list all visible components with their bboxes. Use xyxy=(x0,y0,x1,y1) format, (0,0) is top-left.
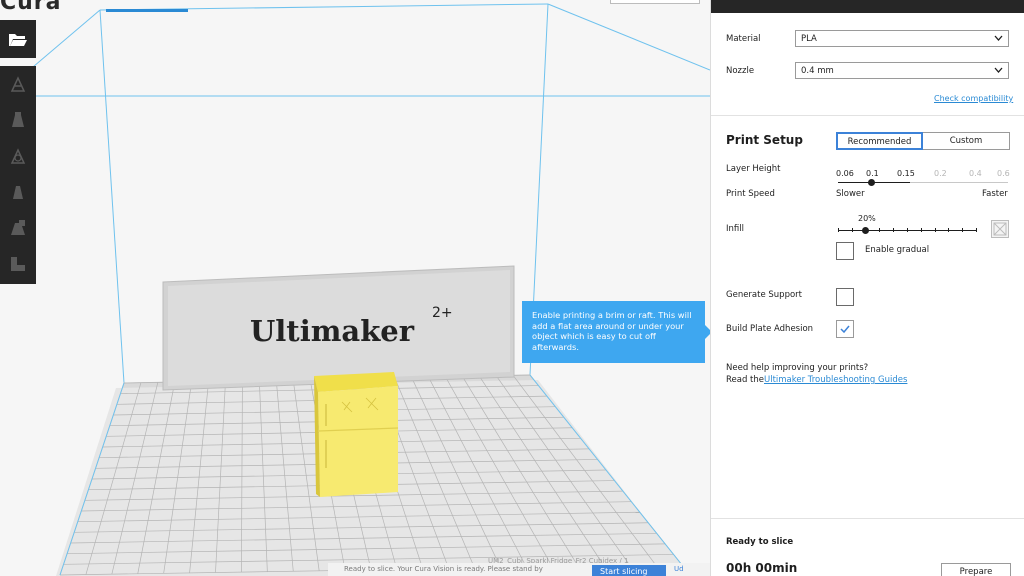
infill-slider-tick xyxy=(920,228,922,232)
scale-tool-button[interactable] xyxy=(0,102,36,138)
mirror-tool-button[interactable] xyxy=(0,174,36,210)
infill-label: Infill xyxy=(726,224,744,234)
settings-sidebar: Material PLA Nozzle 0.4 mm Check compati… xyxy=(710,0,1024,576)
nozzle-label: Nozzle xyxy=(726,66,755,76)
material-value: PLA xyxy=(801,34,817,44)
ready-to-slice-label: Ready to slice xyxy=(726,537,794,547)
transform-tools xyxy=(0,66,36,284)
active-stage-tab-indicator xyxy=(106,9,188,12)
app-logo: Cura xyxy=(0,0,62,15)
build-plate-adhesion-label: Build Plate Adhesion xyxy=(726,324,814,334)
troubleshooting-guides-link[interactable]: Ultimaker Troubleshooting Guides xyxy=(764,375,907,385)
tab-recommended[interactable]: Recommended xyxy=(836,132,923,150)
support-blocker-button[interactable] xyxy=(0,246,36,282)
infill-value: 20% xyxy=(858,214,876,223)
per-model-settings-button[interactable] xyxy=(0,210,36,246)
machine-settings-section: Material PLA Nozzle 0.4 mm Check compati… xyxy=(711,13,1024,116)
print-speed-label: Print Speed xyxy=(726,189,775,199)
adhesion-tooltip: Enable printing a brim or raft. This wil… xyxy=(522,301,710,363)
print-setup-title: Print Setup xyxy=(726,133,803,147)
material-label: Material xyxy=(726,34,761,44)
infill-slider-tick xyxy=(976,228,977,232)
infill-pattern-preview xyxy=(991,220,1009,238)
support-blocker-icon xyxy=(11,257,25,271)
enable-gradual-checkbox[interactable] xyxy=(836,242,854,260)
layer-height-option[interactable]: 0.6 xyxy=(997,169,1010,178)
sidebar-header-bar xyxy=(711,0,1024,13)
scale-icon xyxy=(12,112,24,127)
infill-slider-tick xyxy=(907,228,908,232)
infill-slider-tick xyxy=(934,228,936,232)
print-time: 00h 00min xyxy=(726,561,798,575)
checkmark-icon xyxy=(840,325,850,334)
prepare-button[interactable]: Prepare xyxy=(941,563,1011,576)
per-model-settings-icon xyxy=(11,220,25,235)
infill-slider-tick xyxy=(851,228,853,232)
viewport-status-bar: Ready to slice. Your Cura Vision is read… xyxy=(328,563,710,576)
rotate-tool-button[interactable] xyxy=(0,138,36,174)
infill-slider-tick xyxy=(893,228,895,232)
top-stage-button[interactable] xyxy=(610,0,700,4)
translate-tool-button[interactable] xyxy=(0,66,36,102)
nozzle-value: 0.4 mm xyxy=(801,66,834,76)
layer-height-label: Layer Height xyxy=(726,164,781,174)
open-file-button[interactable] xyxy=(0,20,36,58)
layer-height-option[interactable]: 0.15 xyxy=(897,169,915,178)
slice-status-section: Ready to slice 00h 00min Prepare xyxy=(711,518,1024,576)
build-plate-adhesion-checkbox[interactable] xyxy=(836,320,854,338)
infill-slider-tick xyxy=(838,228,839,232)
build-volume-scene[interactable]: Ultimaker 2+ xyxy=(0,0,710,576)
rotate-icon xyxy=(10,148,26,164)
layer-height-slider-inactive[interactable] xyxy=(910,182,1008,183)
nozzle-select[interactable]: 0.4 mm xyxy=(795,62,1009,79)
mirror-icon xyxy=(13,186,23,199)
generate-support-label: Generate Support xyxy=(726,290,803,300)
chevron-down-icon xyxy=(994,35,1003,41)
printer-model-logo: 2+ xyxy=(432,305,453,321)
folder-open-icon xyxy=(9,34,27,46)
status-message: Ready to slice. Your Cura Vision is read… xyxy=(344,565,543,573)
infill-slider-tick xyxy=(879,228,881,232)
enable-gradual-label: Enable gradual xyxy=(865,245,930,255)
printer-brand-logo: Ultimaker xyxy=(250,314,415,348)
infill-slider-tick xyxy=(962,228,964,232)
help-read-prefix: Read the xyxy=(726,375,765,385)
fridge-model xyxy=(314,372,399,497)
infill-slider-tick xyxy=(948,228,950,232)
generate-support-checkbox[interactable] xyxy=(836,288,854,306)
print-setup-section: Print Setup Recommended Custom Layer Hei… xyxy=(711,118,1024,518)
layer-height-option[interactable]: 0.1 xyxy=(866,169,879,178)
start-slicing-button[interactable]: Start slicing xyxy=(592,565,666,576)
viewport-3d[interactable]: Ultimaker 2+ Cura Enable printing a brim… xyxy=(0,0,710,576)
more-info-link[interactable]: Ud xyxy=(674,565,684,573)
infill-grid-icon xyxy=(993,222,1007,236)
layer-height-option[interactable]: 0.06 xyxy=(836,169,854,178)
speed-slower-label: Slower xyxy=(836,189,865,199)
chevron-down-icon xyxy=(994,67,1003,73)
help-text: Need help improving your prints? xyxy=(726,363,869,373)
check-compatibility-link[interactable]: Check compatibility xyxy=(934,94,1013,103)
layer-height-option[interactable]: 0.2 xyxy=(934,169,947,178)
translate-icon xyxy=(10,76,26,92)
speed-faster-label: Faster xyxy=(982,189,1008,199)
infill-slider-thumb[interactable] xyxy=(862,227,870,234)
tab-custom[interactable]: Custom xyxy=(923,132,1010,150)
layer-height-slider-thumb[interactable] xyxy=(868,179,875,186)
left-toolbar xyxy=(0,20,36,284)
layer-height-option[interactable]: 0.4 xyxy=(969,169,982,178)
material-select[interactable]: PLA xyxy=(795,30,1009,47)
